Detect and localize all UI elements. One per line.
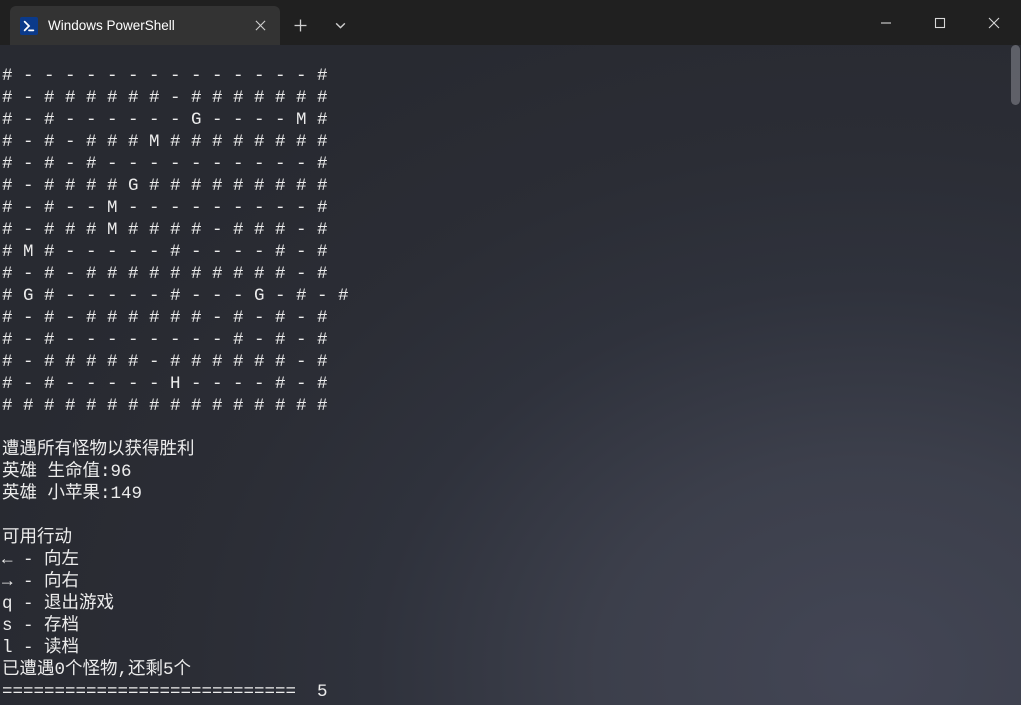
scrollbar-thumb[interactable] [1011,45,1020,105]
titlebar: Windows PowerShell [0,0,1021,45]
terminal-viewport[interactable]: # - - - - - - - - - - - - - - # # - # # … [0,45,1021,705]
terminal-window: { "tab": { "title": "Windows PowerShell"… [0,0,1021,705]
tab-title: Windows PowerShell [48,18,238,33]
minimize-button[interactable] [859,0,913,45]
titlebar-drag-area[interactable] [360,0,859,45]
terminal-output: # - - - - - - - - - - - - - - # # - # # … [2,65,1021,703]
maximize-button[interactable] [913,0,967,45]
powershell-icon [20,17,38,35]
new-tab-button[interactable] [280,6,320,45]
window-controls [859,0,1021,45]
tab-powershell[interactable]: Windows PowerShell [10,6,280,45]
tab-dropdown-button[interactable] [320,6,360,45]
tab-close-button[interactable] [248,14,272,38]
close-window-button[interactable] [967,0,1021,45]
tab-strip: Windows PowerShell [0,0,360,45]
